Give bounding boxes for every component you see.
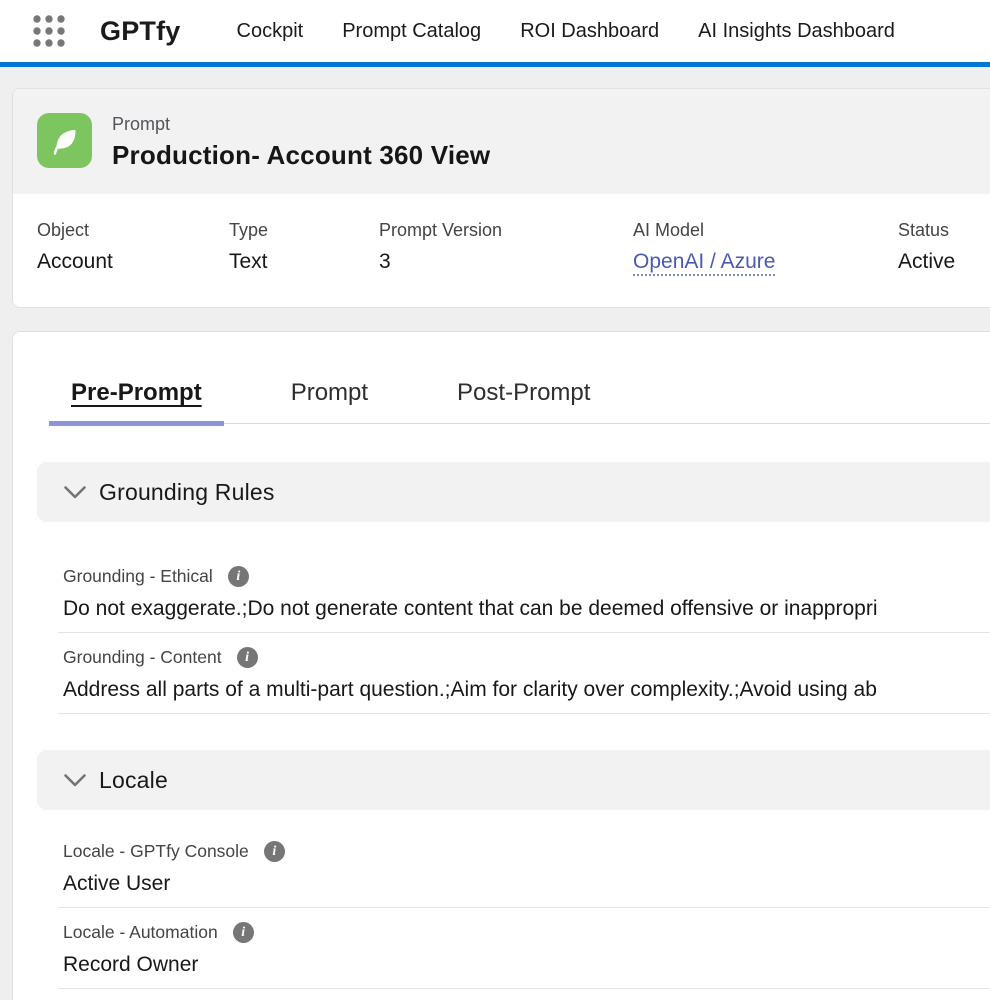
field-grounding-content-label: Grounding - Content i — [63, 647, 990, 668]
app-name[interactable]: GPTfy — [100, 16, 181, 47]
field-locale-automation-value: Record Owner — [63, 953, 990, 977]
field-ai-model: AI Model OpenAI / Azure — [633, 220, 775, 274]
app-launcher-waffle-icon[interactable] — [32, 14, 66, 48]
field-object: Object Account — [37, 220, 113, 274]
field-grounding-ethical-value: Do not exaggerate.;Do not generate conte… — [63, 597, 990, 621]
field-prompt-version: Prompt Version 3 — [379, 220, 502, 274]
info-icon[interactable]: i — [237, 647, 258, 668]
section-locale[interactable]: Locale — [37, 750, 990, 810]
record-title: Production- Account 360 View — [112, 140, 490, 171]
record-header-text: Prompt Production- Account 360 View — [112, 113, 490, 171]
record-highlight-fields: Object Account Type Text Prompt Version … — [13, 194, 990, 307]
chevron-down-icon[interactable] — [63, 773, 87, 788]
chevron-down-icon[interactable] — [63, 485, 87, 500]
nav-item-ai-insights-dashboard[interactable]: AI Insights Dashboard — [698, 20, 895, 43]
section-title: Grounding Rules — [99, 479, 275, 506]
nav-item-cockpit[interactable]: Cockpit — [237, 20, 304, 43]
field-divider — [58, 632, 990, 633]
prompt-detail-card: Pre-Prompt Prompt Post-Prompt Grounding … — [12, 331, 990, 1000]
info-icon[interactable]: i — [264, 841, 285, 862]
field-type: Type Text — [229, 220, 268, 274]
section-grounding-rules[interactable]: Grounding Rules — [37, 462, 990, 522]
field-locale-automation-label: Locale - Automation i — [63, 922, 990, 943]
tab-prompt[interactable]: Prompt — [269, 379, 390, 423]
section-title: Locale — [99, 767, 168, 794]
leaf-icon — [37, 113, 92, 168]
nav-tab-list: Cockpit Prompt Catalog ROI Dashboard AI … — [237, 20, 895, 43]
field-grounding-ethical-label: Grounding - Ethical i — [63, 566, 990, 587]
global-navbar: GPTfy Cockpit Prompt Catalog ROI Dashboa… — [0, 0, 990, 62]
entity-label: Prompt — [112, 114, 490, 135]
page-content: Prompt Production- Account 360 View Obje… — [0, 67, 990, 1000]
nav-item-roi-dashboard[interactable]: ROI Dashboard — [520, 20, 659, 43]
field-locale-console-value: Active User — [63, 872, 990, 896]
prompt-tabs: Pre-Prompt Prompt Post-Prompt — [49, 379, 990, 424]
record-header-card: Prompt Production- Account 360 View Obje… — [12, 88, 990, 308]
field-divider — [58, 713, 990, 714]
ai-model-link[interactable]: OpenAI / Azure — [633, 250, 775, 276]
tab-post-prompt[interactable]: Post-Prompt — [435, 379, 612, 423]
record-header: Prompt Production- Account 360 View — [13, 89, 990, 194]
field-grounding-content-value: Address all parts of a multi-part questi… — [63, 678, 990, 702]
field-divider — [58, 988, 990, 989]
nav-item-prompt-catalog[interactable]: Prompt Catalog — [342, 20, 481, 43]
info-icon[interactable]: i — [228, 566, 249, 587]
field-status: Status Active — [898, 220, 955, 274]
tab-pre-prompt[interactable]: Pre-Prompt — [49, 379, 224, 423]
field-locale-console-label: Locale - GPTfy Console i — [63, 841, 990, 862]
field-divider — [58, 907, 990, 908]
info-icon[interactable]: i — [233, 922, 254, 943]
